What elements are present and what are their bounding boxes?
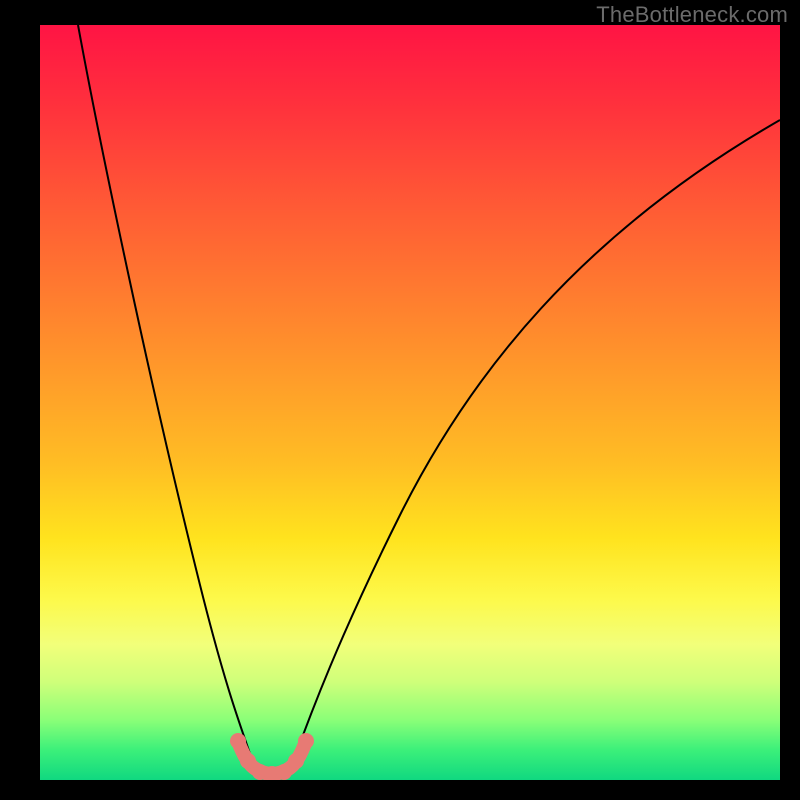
curve-left xyxy=(78,25,254,765)
bottleneck-curve xyxy=(40,25,780,780)
optimal-zone-marker xyxy=(230,733,314,780)
chart-frame: TheBottleneck.com xyxy=(0,0,800,800)
curve-right xyxy=(292,120,780,765)
plot-area xyxy=(40,25,780,780)
